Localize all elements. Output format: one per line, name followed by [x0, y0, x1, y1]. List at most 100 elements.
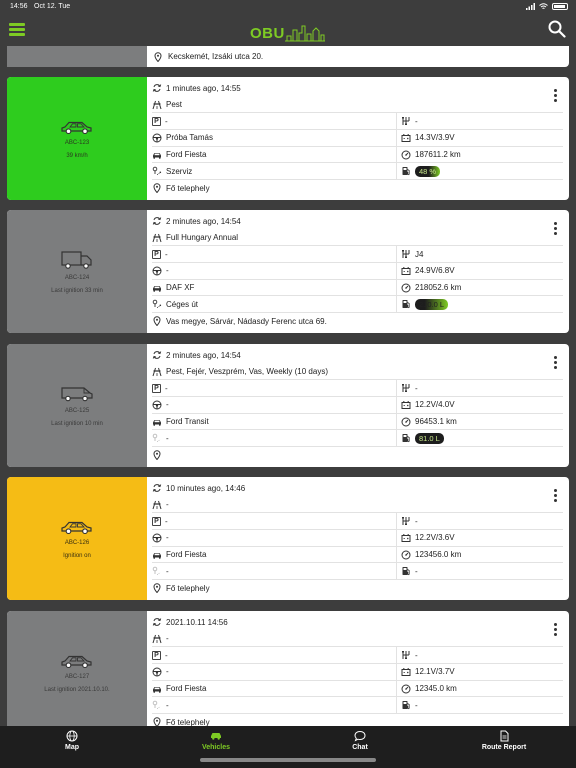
location-address: Fő telephely: [166, 717, 210, 726]
car-icon: [211, 733, 221, 740]
more-options-icon[interactable]: [554, 623, 557, 638]
model-odometer-row: DAF XF 218052.6 km: [152, 279, 563, 297]
van-icon: [60, 385, 94, 405]
route-name: Pest, Fejér, Veszprém, Vas, Weekly (10 d…: [166, 367, 328, 377]
battery-voltage: 12.2V/3.6V: [415, 533, 455, 543]
car-battery-icon: [401, 133, 411, 143]
parking-icon: P: [152, 650, 161, 660]
fuel-pump-icon: [401, 700, 411, 710]
vehicle-model: Ford Transit: [166, 417, 209, 427]
gear-value: -: [415, 516, 418, 526]
refresh-icon: [152, 350, 162, 360]
vehicle-card[interactable]: ABC-124 Last ignition 33 min 2 minutes a…: [7, 210, 569, 333]
model-odometer-row: Ford Transit 96453.1 km: [152, 413, 563, 431]
driver-name: -: [166, 533, 169, 543]
car-battery-icon: [401, 400, 411, 410]
trip-type: -: [166, 433, 169, 443]
vehicle-card[interactable]: ABC-125 Last ignition 10 min 2 minutes a…: [7, 344, 569, 467]
route-row: Pest, Fejér, Veszprém, Vas, Weekly (10 d…: [152, 364, 563, 381]
trip-type-icon: [152, 700, 162, 710]
more-options-icon[interactable]: [554, 89, 557, 104]
vehicle-status: Last ignition 10 min: [51, 420, 103, 427]
truck-icon: [60, 250, 94, 272]
vehicle-model: Ford Fiesta: [166, 684, 207, 694]
vehicle-status-panel[interactable]: ABC-124 Last ignition 33 min: [7, 210, 147, 333]
model-odometer-row: Ford Fiesta 12345.0 km: [152, 680, 563, 698]
parking-gear-row: P- -: [152, 113, 563, 131]
trip-type: Céges út: [166, 299, 199, 309]
vehicle-list[interactable]: Kecskemét, Izsáki utca 20. ABC-123 39 km…: [7, 46, 569, 726]
battery-voltage: 12.2V/4.0V: [415, 400, 455, 410]
fuel-badge: 81.0 L: [415, 432, 444, 444]
document-icon: [500, 730, 509, 742]
menu-icon[interactable]: [9, 23, 25, 36]
vehicle-status-panel[interactable]: ABC-125 Last ignition 10 min: [7, 344, 147, 467]
car-icon: [60, 653, 94, 671]
car-icon: [152, 550, 162, 560]
trip-type-icon: [152, 433, 162, 443]
driver-name: Próba Tamás: [166, 133, 213, 143]
more-options-icon[interactable]: [554, 356, 557, 371]
update-row: 2021.10.11 14:56: [152, 614, 563, 631]
location-address: Fő telephely: [166, 183, 210, 193]
last-update: 2 minutes ago, 14:54: [166, 350, 241, 360]
vehicle-status: Last ignition 33 min: [51, 287, 103, 294]
parking-value: -: [165, 249, 168, 259]
driver-battery-row: Próba Tamás 14.3V/3.9V: [152, 130, 563, 147]
license-plate: ABC-126: [64, 539, 90, 546]
route-row: Pest: [152, 97, 563, 114]
driver-battery-row: - 12.2V/3.6V: [152, 530, 563, 547]
gear-shift-icon: [401, 116, 411, 126]
tab-route-report[interactable]: Route Report: [444, 730, 564, 751]
status-date: Oct 12. Tue: [34, 3, 71, 10]
location-row: Fő telephely: [152, 580, 563, 597]
road-icon: [152, 500, 162, 510]
vehicle-status-panel[interactable]: ABC-127 Last ignition 2021.10.10.: [7, 611, 147, 726]
odometer: 96453.1 km: [415, 417, 457, 427]
update-row: 2 minutes ago, 14:54: [152, 213, 563, 230]
location-row: Fő telephely: [152, 714, 563, 726]
vehicle-card[interactable]: ABC-126 Ignition on 10 minutes ago, 14:4…: [7, 477, 569, 600]
fuel-pump-icon: [401, 299, 411, 309]
driver-name: -: [166, 400, 169, 410]
vehicle-status: 39 km/h: [66, 152, 88, 159]
tab-map[interactable]: Map: [12, 730, 132, 751]
tab-vehicles[interactable]: Vehicles: [156, 730, 276, 751]
route-name: Pest: [166, 100, 183, 110]
steering-wheel-icon: [152, 667, 162, 677]
location-address: Vas megye, Sárvár, Nádasdy Ferenc utca 6…: [166, 316, 327, 326]
license-plate: ABC-127: [64, 673, 90, 680]
parking-icon: P: [152, 116, 161, 126]
last-update: 1 minutes ago, 14:55: [166, 83, 241, 93]
update-row: 10 minutes ago, 14:46: [152, 480, 563, 497]
speedometer-icon: [401, 283, 411, 293]
trip-fuel-row: - 81.0 L: [152, 430, 563, 448]
update-row: 2 minutes ago, 14:54: [152, 347, 563, 364]
tab-chat[interactable]: Chat: [300, 730, 420, 751]
vehicle-status-panel[interactable]: ABC-126 Ignition on: [7, 477, 147, 600]
car-icon: [152, 283, 162, 293]
logo-text: OBU: [250, 25, 285, 42]
vehicle-status: Ignition on: [63, 552, 91, 559]
more-options-icon[interactable]: [554, 489, 557, 504]
car-icon: [152, 150, 162, 160]
vehicle-card[interactable]: ABC-123 39 km/h 1 minutes ago, 14:55 Pes…: [7, 77, 569, 200]
trip-fuel-row: Szerviz 48 %: [152, 163, 563, 181]
parking-gear-row: P- -: [152, 513, 563, 531]
gear-value: -: [415, 383, 418, 393]
address-text: Kecskemét, Izsáki utca 20.: [168, 52, 264, 61]
more-options-icon[interactable]: [554, 222, 557, 237]
vehicle-status-panel[interactable]: ABC-123 39 km/h: [7, 77, 147, 200]
fuel-badge: 210.0 L: [415, 298, 449, 310]
odometer: 218052.6 km: [415, 283, 462, 293]
battery-voltage: 14.3V/3.9V: [415, 133, 455, 143]
fuel-pump-icon: [401, 166, 411, 176]
gear-value: -: [415, 650, 418, 660]
vehicle-card[interactable]: ABC-127 Last ignition 2021.10.10. 2021.1…: [7, 611, 569, 726]
odometer: 12345.0 km: [415, 684, 457, 694]
last-update: 2021.10.11 14:56: [166, 617, 228, 627]
model-odometer-row: Ford Fiesta 123456.0 km: [152, 546, 563, 564]
previous-card-tail: Kecskemét, Izsáki utca 20.: [7, 46, 569, 67]
odometer: 187611.2 km: [415, 150, 461, 160]
search-icon[interactable]: [548, 20, 566, 38]
